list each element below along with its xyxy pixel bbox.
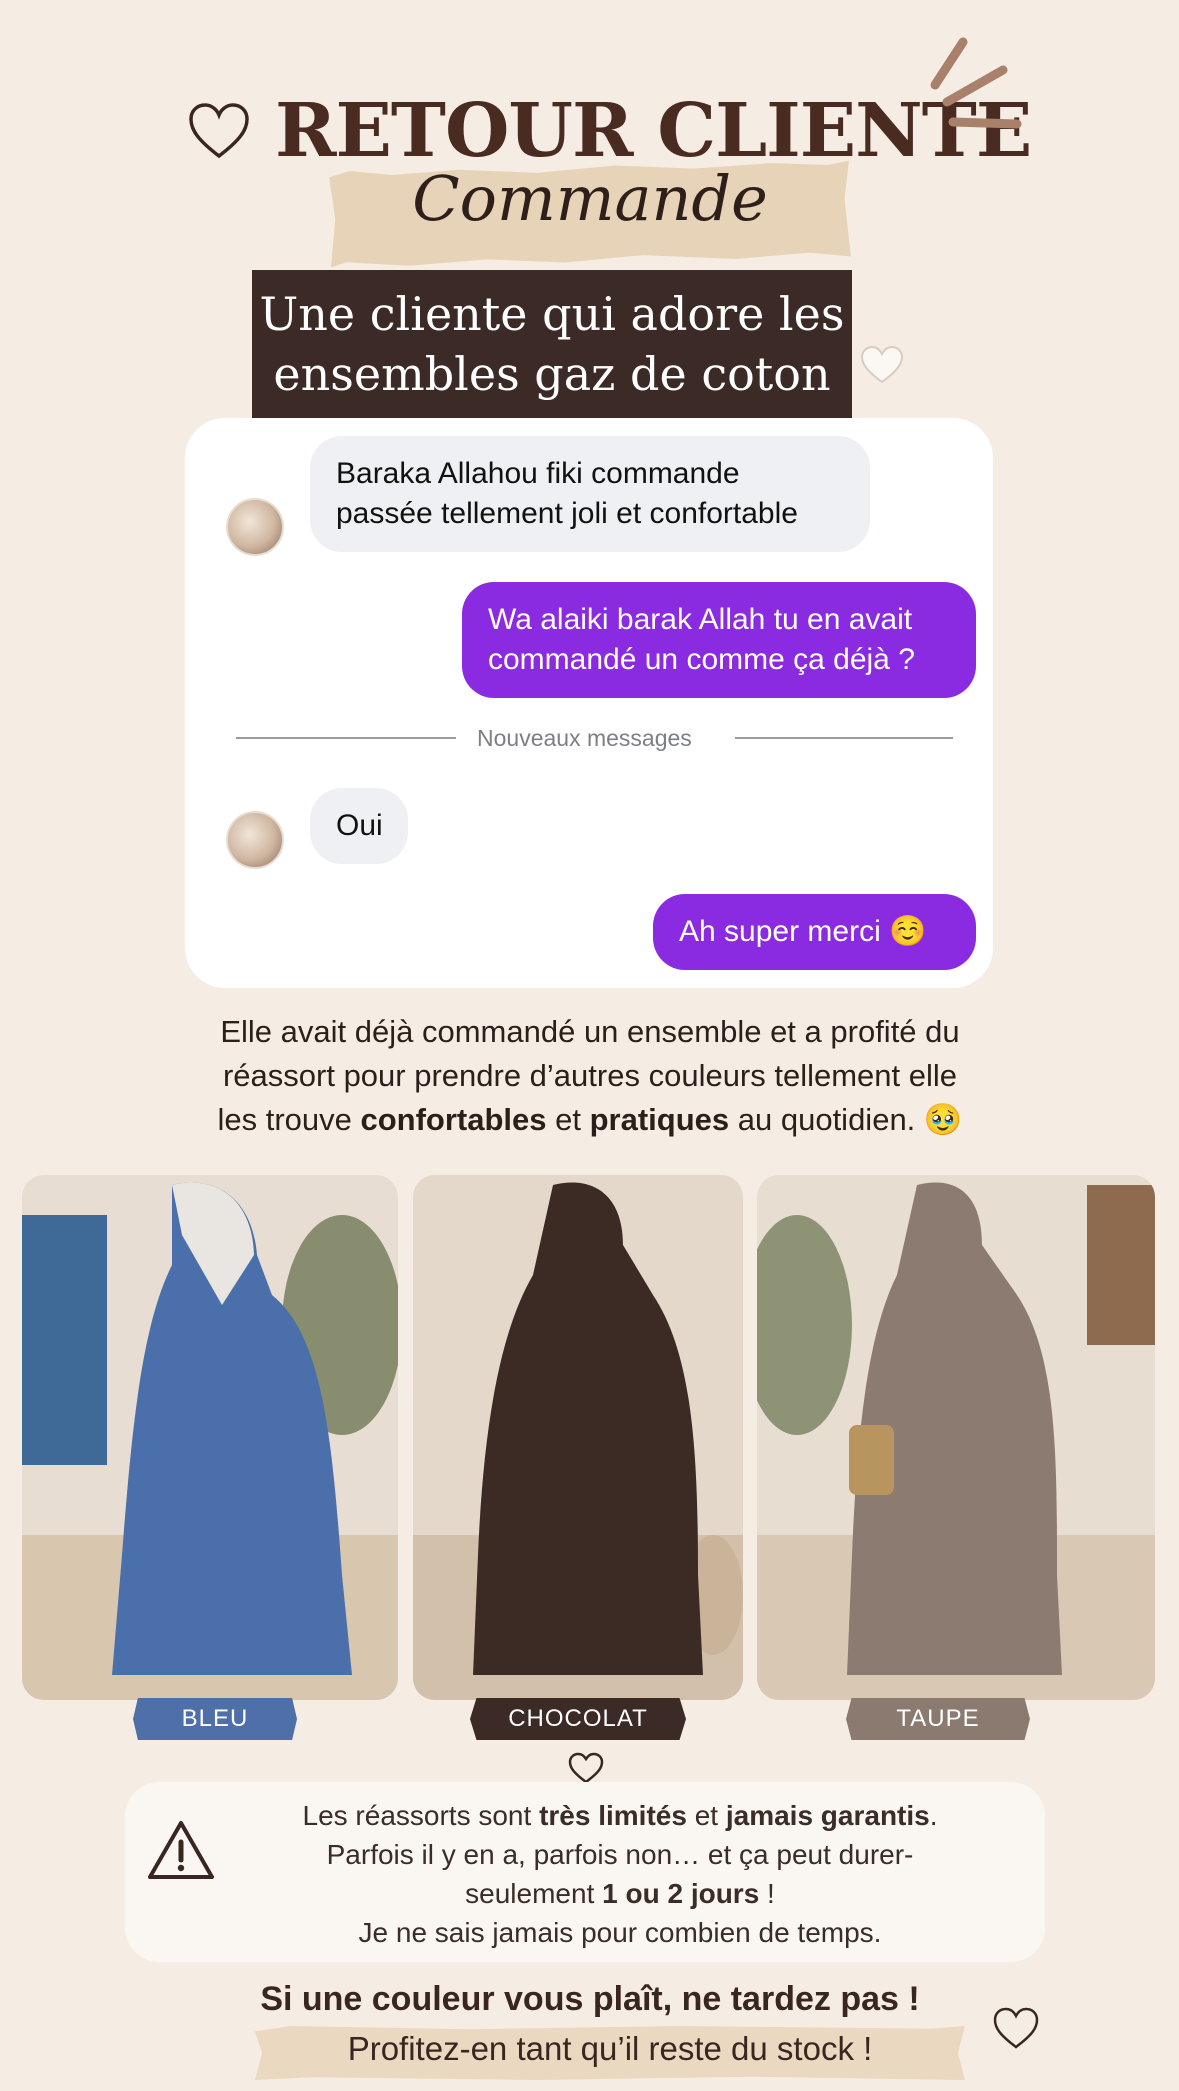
message-bubble-received: Baraka Allahou fiki commande passée tell… xyxy=(310,436,870,552)
heart-outline-icon xyxy=(189,103,249,159)
message-line: commandé un comme ça déjà ? xyxy=(488,643,915,676)
script-subtitle: Commande xyxy=(412,162,768,235)
notice-line: Parfois il y en a, parfois non… et ça pe… xyxy=(326,1839,914,1870)
warning-icon xyxy=(148,1821,214,1879)
white-heart-icon xyxy=(860,345,904,384)
message-line: Baraka Allahou fiki commande xyxy=(336,457,740,490)
divider-line-left xyxy=(236,737,456,739)
headline-banner: Une cliente qui adore les ensembles gaz … xyxy=(252,270,852,425)
message-line: Wa alaiki barak Allah tu en avait xyxy=(488,603,913,636)
message-bubble-sent: Ah super merci ☺️ xyxy=(653,894,976,970)
small-heart-icon xyxy=(568,1752,604,1784)
message-bubble-received: Oui xyxy=(310,788,408,864)
heart-outline-icon xyxy=(993,2007,1039,2049)
divider-line-right xyxy=(735,737,953,739)
avatar xyxy=(226,498,284,556)
product-photo-bleu xyxy=(22,1175,398,1700)
message-line: passée tellement joli et confortable xyxy=(336,497,798,530)
notice-line: Je ne sais jamais pour combien de temps. xyxy=(358,1917,882,1948)
message-line: Ah super merci ☺️ xyxy=(679,915,927,948)
avatar xyxy=(226,811,284,869)
new-messages-divider: Nouveaux messages xyxy=(477,725,692,751)
color-label-chocolat: CHOCOLAT xyxy=(470,1698,686,1740)
banner-line-1: Une cliente qui adore les xyxy=(259,287,845,341)
banner-line-2: ensembles gaz de coton xyxy=(273,347,831,401)
cta-subline: Profitez-en tant qu’il reste du stock ! xyxy=(347,2030,873,2067)
product-photo-chocolat xyxy=(413,1175,743,1700)
testimonial-description: Elle avait déjà commandé un ensemble et … xyxy=(150,1010,1030,1142)
color-label-taupe: TAUPE xyxy=(846,1698,1030,1740)
message-bubble-sent: Wa alaiki barak Allah tu en avait comman… xyxy=(462,582,976,698)
color-label-bleu: BLEU xyxy=(133,1698,297,1740)
notice-line: seulement 1 ou 2 jours ! xyxy=(465,1878,775,1909)
description-line: réassort pour prendre d’autres couleurs … xyxy=(222,1058,958,1093)
notice-line: Les réassorts sont très limités et jamai… xyxy=(302,1800,938,1831)
description-line: les trouve confortables et pratiques au … xyxy=(217,1102,963,1137)
sparkle-lines-icon xyxy=(930,37,1022,129)
description-line: Elle avait déjà commandé un ensemble et … xyxy=(220,1014,960,1049)
restock-notice-text: Les réassorts sont très limités et jamai… xyxy=(225,1796,1015,1952)
cta-headline: Si une couleur vous plaît, ne tardez pas… xyxy=(260,1980,920,2018)
product-photo-taupe xyxy=(757,1175,1155,1700)
message-line: Oui xyxy=(336,809,383,842)
